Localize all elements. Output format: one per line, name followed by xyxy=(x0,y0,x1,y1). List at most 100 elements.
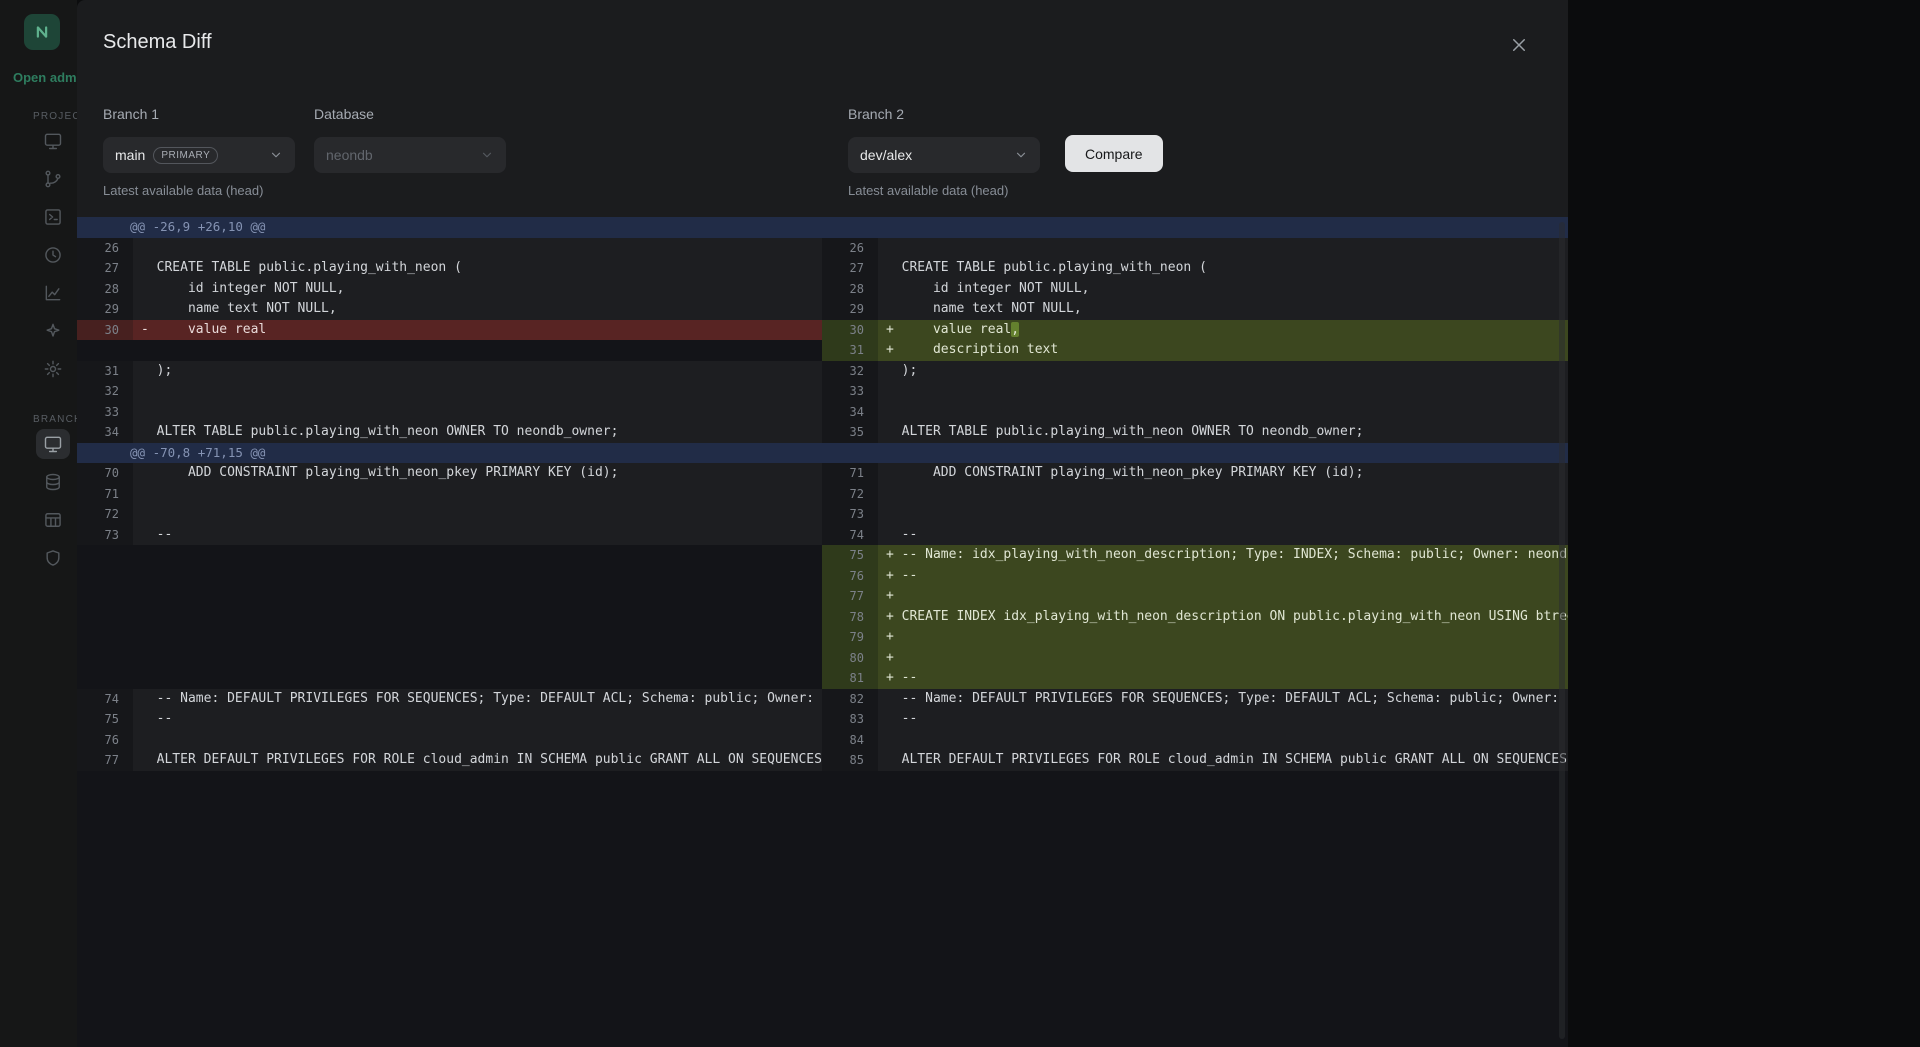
line-number: 30 xyxy=(77,320,133,341)
branch1-select[interactable]: main PRIMARY xyxy=(103,137,295,173)
code-line: + CREATE INDEX idx_playing_with_neon_des… xyxy=(878,607,1568,628)
code-line xyxy=(133,566,822,587)
line-number: 34 xyxy=(822,402,878,423)
sparkle-icon xyxy=(43,321,63,341)
code-line xyxy=(133,627,822,648)
code-line: name text NOT NULL, xyxy=(133,299,822,320)
code-line: -- Name: DEFAULT PRIVILEGES FOR SEQUENCE… xyxy=(878,689,1568,710)
line-number: 75 xyxy=(822,545,878,566)
diff-row: 32 33 xyxy=(77,381,1568,402)
branch1-hint: Latest available data (head) xyxy=(103,183,263,198)
diff-row: 31 );32 ); xyxy=(77,361,1568,382)
sidebar-item-integrations[interactable] xyxy=(0,312,77,350)
diff-row: 71 72 xyxy=(77,484,1568,505)
sidebar-item-tables[interactable] xyxy=(0,501,77,539)
git-branch-icon xyxy=(43,169,63,189)
code-line xyxy=(878,730,1568,751)
line-number xyxy=(77,586,133,607)
sidebar-item-dashboard[interactable] xyxy=(0,122,77,160)
shield-icon xyxy=(43,548,63,568)
compare-button[interactable]: Compare xyxy=(1065,135,1163,172)
line-number: 29 xyxy=(77,299,133,320)
chevron-down-icon xyxy=(1014,148,1028,162)
line-number xyxy=(77,545,133,566)
code-line: ADD CONSTRAINT playing_with_neon_pkey PR… xyxy=(133,463,822,484)
open-admin-link[interactable]: Open admin xyxy=(13,70,77,85)
line-number: 83 xyxy=(822,709,878,730)
diff-row: 31+ description text xyxy=(77,340,1568,361)
code-line: id integer NOT NULL, xyxy=(133,279,822,300)
code-line: + value real, xyxy=(878,320,1568,341)
code-line: ); xyxy=(133,361,822,382)
line-number xyxy=(77,648,133,669)
vertical-scrollbar[interactable] xyxy=(1559,222,1565,1039)
database-value: neondb xyxy=(326,147,373,163)
modal-overlay[interactable] xyxy=(1568,0,1920,1047)
line-number: 27 xyxy=(77,258,133,279)
line-number: 27 xyxy=(822,258,878,279)
database-select[interactable]: neondb xyxy=(314,137,506,173)
line-number: 78 xyxy=(822,607,878,628)
monitor-icon xyxy=(43,434,63,454)
line-number: 84 xyxy=(822,730,878,751)
sidebar-item-roles[interactable] xyxy=(0,539,77,577)
chart-icon xyxy=(43,283,63,303)
line-number: 77 xyxy=(77,750,133,771)
schema-diff-modal: Schema Diff Branch 1 Database Branch 2 m… xyxy=(77,0,1568,1047)
diff-row: 33 34 xyxy=(77,402,1568,423)
sidebar-item-settings[interactable] xyxy=(0,350,77,388)
line-number: 73 xyxy=(77,525,133,546)
history-icon xyxy=(43,245,63,265)
code-line xyxy=(133,648,822,669)
code-line: id integer NOT NULL, xyxy=(878,279,1568,300)
diff-row: 76 84 xyxy=(77,730,1568,751)
diff-row: 77 ALTER DEFAULT PRIVILEGES FOR ROLE clo… xyxy=(77,750,1568,771)
diff-row: 75+ -- Name: idx_playing_with_neon_descr… xyxy=(77,545,1568,566)
diff-row: 78+ CREATE INDEX idx_playing_with_neon_d… xyxy=(77,607,1568,628)
code-line: + xyxy=(878,586,1568,607)
branch2-select[interactable]: dev/alex xyxy=(848,137,1040,173)
code-line: + -- xyxy=(878,668,1568,689)
hunk-header: @@ -26,9 +26,10 @@ xyxy=(77,217,1568,238)
sidebar-item-monitoring[interactable] xyxy=(0,274,77,312)
diff-row: 75 --83 -- xyxy=(77,709,1568,730)
neon-logo-icon[interactable] xyxy=(24,14,60,50)
sidebar-heading: BRANCH xyxy=(0,414,77,425)
line-number: 76 xyxy=(822,566,878,587)
sidebar-item-overview[interactable] xyxy=(0,425,77,463)
diff-row: 28 id integer NOT NULL,28 id integer NOT… xyxy=(77,279,1568,300)
close-icon xyxy=(1510,36,1528,54)
code-line xyxy=(878,402,1568,423)
code-line xyxy=(133,668,822,689)
line-number: 82 xyxy=(822,689,878,710)
line-number xyxy=(77,607,133,628)
chevron-down-icon xyxy=(269,148,283,162)
code-line: ADD CONSTRAINT playing_with_neon_pkey PR… xyxy=(878,463,1568,484)
sidebar-item-branches[interactable] xyxy=(0,160,77,198)
diff-row: 74 -- Name: DEFAULT PRIVILEGES FOR SEQUE… xyxy=(77,689,1568,710)
close-button[interactable] xyxy=(1502,28,1536,62)
sidebar-item-restore[interactable] xyxy=(0,236,77,274)
line-number: 35 xyxy=(822,422,878,443)
code-line xyxy=(878,238,1568,259)
diff-row: 26 26 xyxy=(77,238,1568,259)
line-number xyxy=(77,627,133,648)
code-line xyxy=(133,504,822,525)
diff-row: 27 CREATE TABLE public.playing_with_neon… xyxy=(77,258,1568,279)
code-line: -- xyxy=(133,525,822,546)
code-line xyxy=(133,607,822,628)
code-line: + -- xyxy=(878,566,1568,587)
line-number: 71 xyxy=(77,484,133,505)
branch1-value: main xyxy=(115,147,145,163)
code-line: name text NOT NULL, xyxy=(878,299,1568,320)
code-line xyxy=(133,484,822,505)
line-number: 31 xyxy=(77,361,133,382)
line-number: 29 xyxy=(822,299,878,320)
sidebar-item-sql-editor[interactable] xyxy=(0,198,77,236)
sidebar-item-databases[interactable] xyxy=(0,463,77,501)
diff-row: 79+ xyxy=(77,627,1568,648)
diff-row: 70 ADD CONSTRAINT playing_with_neon_pkey… xyxy=(77,463,1568,484)
line-number: 33 xyxy=(77,402,133,423)
line-number: 74 xyxy=(822,525,878,546)
database-label: Database xyxy=(314,106,374,122)
